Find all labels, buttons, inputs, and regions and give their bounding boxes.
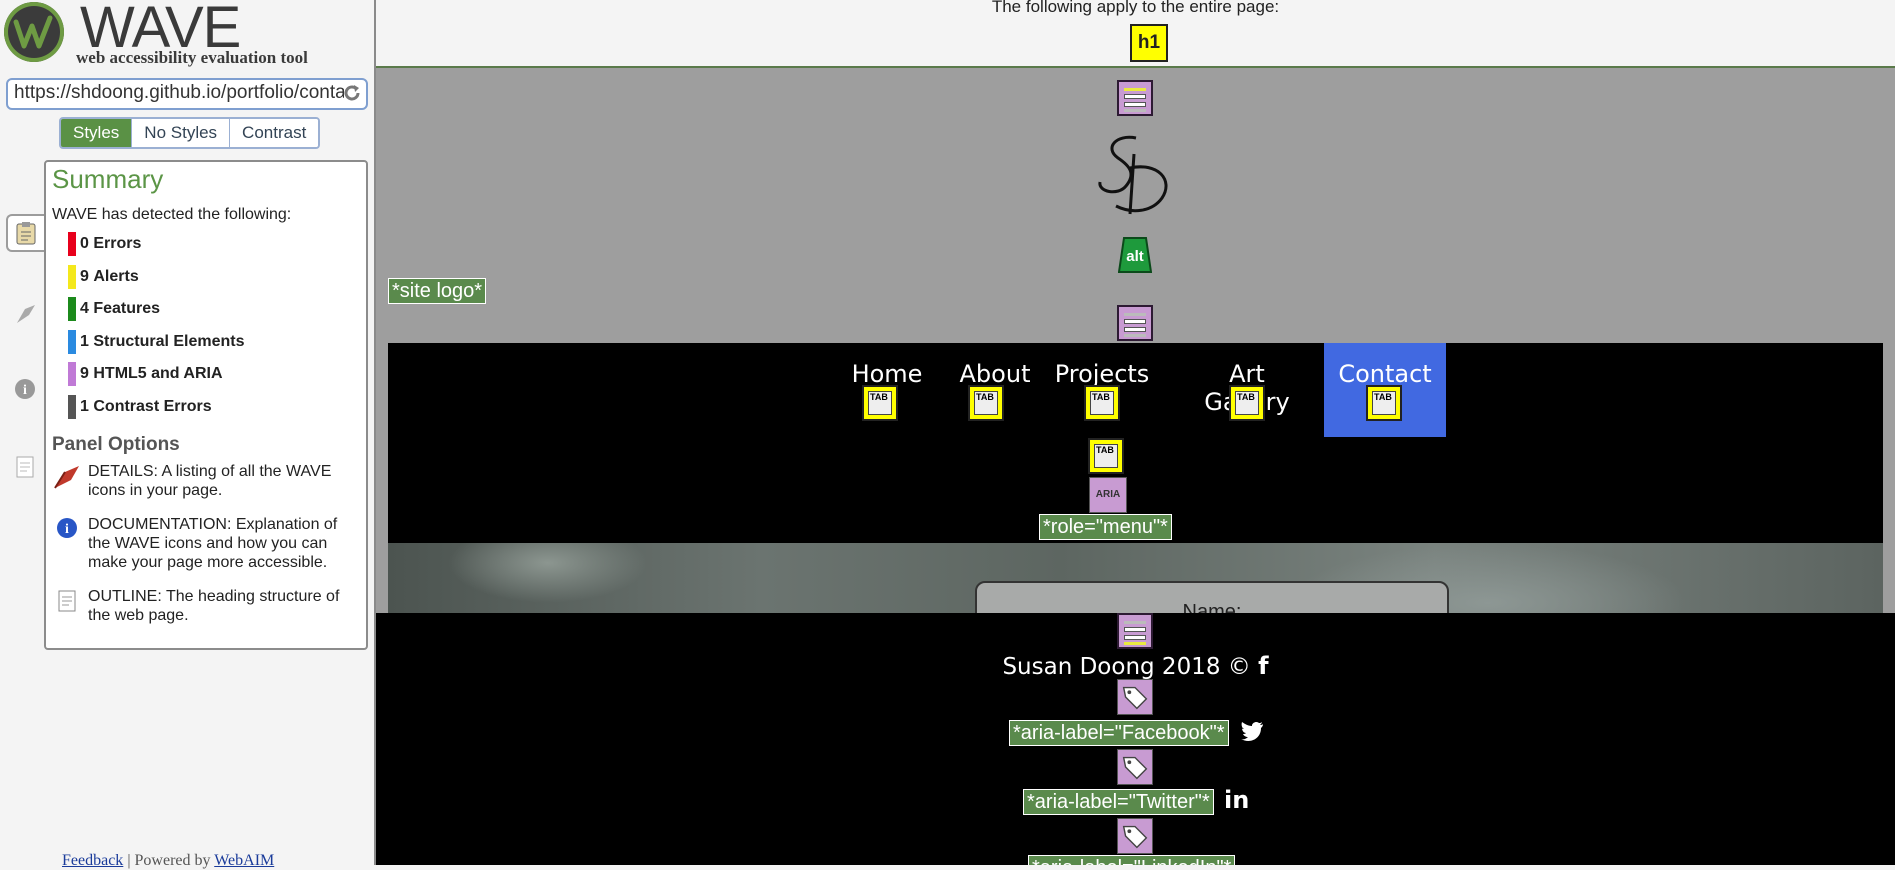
features-summary[interactable]: 4 Features (68, 297, 245, 330)
summary-title: Summary (52, 164, 164, 194)
summary-panel: Summary WAVE has detected the following:… (44, 160, 368, 650)
aria-label-twitter: *aria-label="Twitter"* (1023, 789, 1214, 815)
summary-list: 0 Errors 9 Alerts 4 Features 1 Structura… (68, 232, 245, 427)
nav-home-label: Home (851, 360, 923, 388)
documentation-icon: i (52, 515, 82, 547)
details-option[interactable]: DETAILS: A listing of all the WAVE icons… (52, 462, 354, 500)
page-edge-left (376, 343, 388, 613)
powered-by-text: Powered by (134, 852, 215, 869)
errors-label: Errors (93, 235, 142, 252)
header-structure-icon[interactable] (1117, 80, 1153, 116)
wave-logo-icon (4, 2, 64, 62)
sidebar-footer: Feedback | Powered by WebAIM (62, 852, 274, 870)
tab-order-icon[interactable]: TAB (862, 385, 898, 421)
aria-label-tag-icon[interactable] (1117, 679, 1153, 715)
alerts-color-bar (68, 264, 76, 289)
documentation-info-icon[interactable]: i (6, 370, 44, 408)
aria-count: 9 (80, 365, 89, 382)
nav-projects-label: Projects (1054, 360, 1150, 388)
tab-order-icon[interactable]: TAB (1366, 385, 1402, 421)
outline-option[interactable]: OUTLINE: The heading structure of the we… (52, 587, 354, 625)
tab-order-icon[interactable]: TAB (968, 385, 1004, 421)
tab-order-icon[interactable]: TAB (1229, 385, 1265, 421)
documentation-option[interactable]: i DOCUMENTATION: Explanation of the WAVE… (52, 515, 354, 572)
tab-order-icon[interactable]: TAB (1088, 438, 1124, 474)
aria-summary[interactable]: 9 HTML5 and ARIA (68, 362, 245, 395)
view-toggle: Styles No Styles Contrast (59, 117, 321, 149)
contrast-summary[interactable]: 1 Contrast Errors (68, 394, 245, 428)
svg-text:i: i (23, 383, 27, 398)
page-edge-right (1883, 343, 1895, 613)
url-input[interactable] (8, 80, 350, 106)
features-count: 4 (80, 300, 89, 317)
refresh-icon[interactable] (342, 83, 362, 103)
summary-clipboard-icon[interactable] (6, 214, 44, 252)
aria-label-linkedin: *aria-label="LinkedIn"* (1028, 855, 1236, 865)
site-logo-label: *site logo* (388, 278, 487, 304)
page-level-text: The following apply to the entire page: (991, 0, 1280, 16)
url-bar (6, 78, 368, 110)
alerts-count: 9 (80, 267, 89, 285)
contrast-label: Contrast Errors (93, 397, 212, 415)
sd-monogram-logo (1098, 135, 1168, 215)
features-label: Features (93, 300, 161, 317)
errors-count: 0 (80, 235, 89, 252)
nav-structure-icon[interactable] (1117, 305, 1153, 341)
contrast-color-bar (68, 394, 76, 419)
alerts-summary[interactable]: 9 Alerts (68, 264, 245, 298)
feedback-link[interactable]: Feedback (62, 852, 123, 869)
structural-color-bar (68, 329, 76, 354)
role-menu-label: *role="menu"* (1039, 514, 1172, 540)
structural-summary[interactable]: 1 Structural Elements (68, 329, 245, 363)
nav-contact-label: Contact (1338, 360, 1432, 388)
detected-text: WAVE has detected the following: (52, 206, 292, 223)
webaim-link[interactable]: WebAIM (214, 852, 274, 869)
copyright-text: Susan Doong 2018 © (1002, 654, 1251, 680)
copyright-line: Susan Doong 2018 © f (376, 652, 1895, 680)
no-styles-tab[interactable]: No Styles (132, 119, 231, 147)
panel-options-title: Panel Options (52, 434, 180, 455)
svg-text:i: i (65, 522, 69, 537)
outline-icon (52, 587, 82, 619)
details-option-text: DETAILS: A listing of all the WAVE icons… (88, 463, 332, 499)
alerts-label: Alerts (93, 267, 139, 285)
contrast-tab[interactable]: Contrast (230, 119, 319, 147)
twitter-icon[interactable] (1240, 721, 1264, 743)
outline-option-text: OUTLINE: The heading structure of the we… (88, 588, 340, 624)
aria-badge-icon[interactable]: ARIA (1089, 477, 1127, 513)
errors-color-bar (68, 232, 76, 256)
errors-summary[interactable]: 0 Errors (68, 232, 245, 265)
aria-label: HTML5 and ARIA (93, 365, 223, 382)
footer-structure-icon[interactable] (1117, 613, 1153, 649)
features-color-bar (68, 297, 76, 321)
structural-label: Structural Elements (93, 332, 245, 350)
aria-label-facebook: *aria-label="Facebook"* (1009, 720, 1229, 746)
footer-separator: | (123, 852, 135, 869)
alt-text-icon[interactable]: alt (1118, 236, 1152, 274)
wave-sidebar: WAVE web accessibility evaluation tool S… (0, 0, 376, 869)
details-flag-icon[interactable] (6, 294, 44, 332)
aria-color-bar (68, 362, 76, 386)
wave-tagline: web accessibility evaluation tool (76, 48, 308, 67)
outline-doc-icon[interactable] (6, 448, 44, 486)
linkedin-icon[interactable]: in (1224, 786, 1249, 814)
structural-count: 1 (80, 332, 89, 350)
svg-text:alt: alt (1126, 248, 1144, 265)
documentation-option-text: DOCUMENTATION: Explanation of the WAVE i… (88, 516, 338, 571)
aria-label-tag-icon[interactable] (1117, 749, 1153, 785)
styles-tab[interactable]: Styles (61, 119, 133, 147)
page-preview: The following apply to the entire page: … (376, 0, 1895, 865)
contrast-count: 1 (80, 397, 89, 415)
h1-badge-icon[interactable]: h1 (1130, 24, 1168, 62)
aria-label-tag-icon[interactable] (1117, 818, 1153, 854)
facebook-icon[interactable]: f (1258, 652, 1268, 680)
details-icon (52, 462, 82, 494)
nav-about-label: About (959, 360, 1031, 388)
tab-order-icon[interactable]: TAB (1084, 385, 1120, 421)
